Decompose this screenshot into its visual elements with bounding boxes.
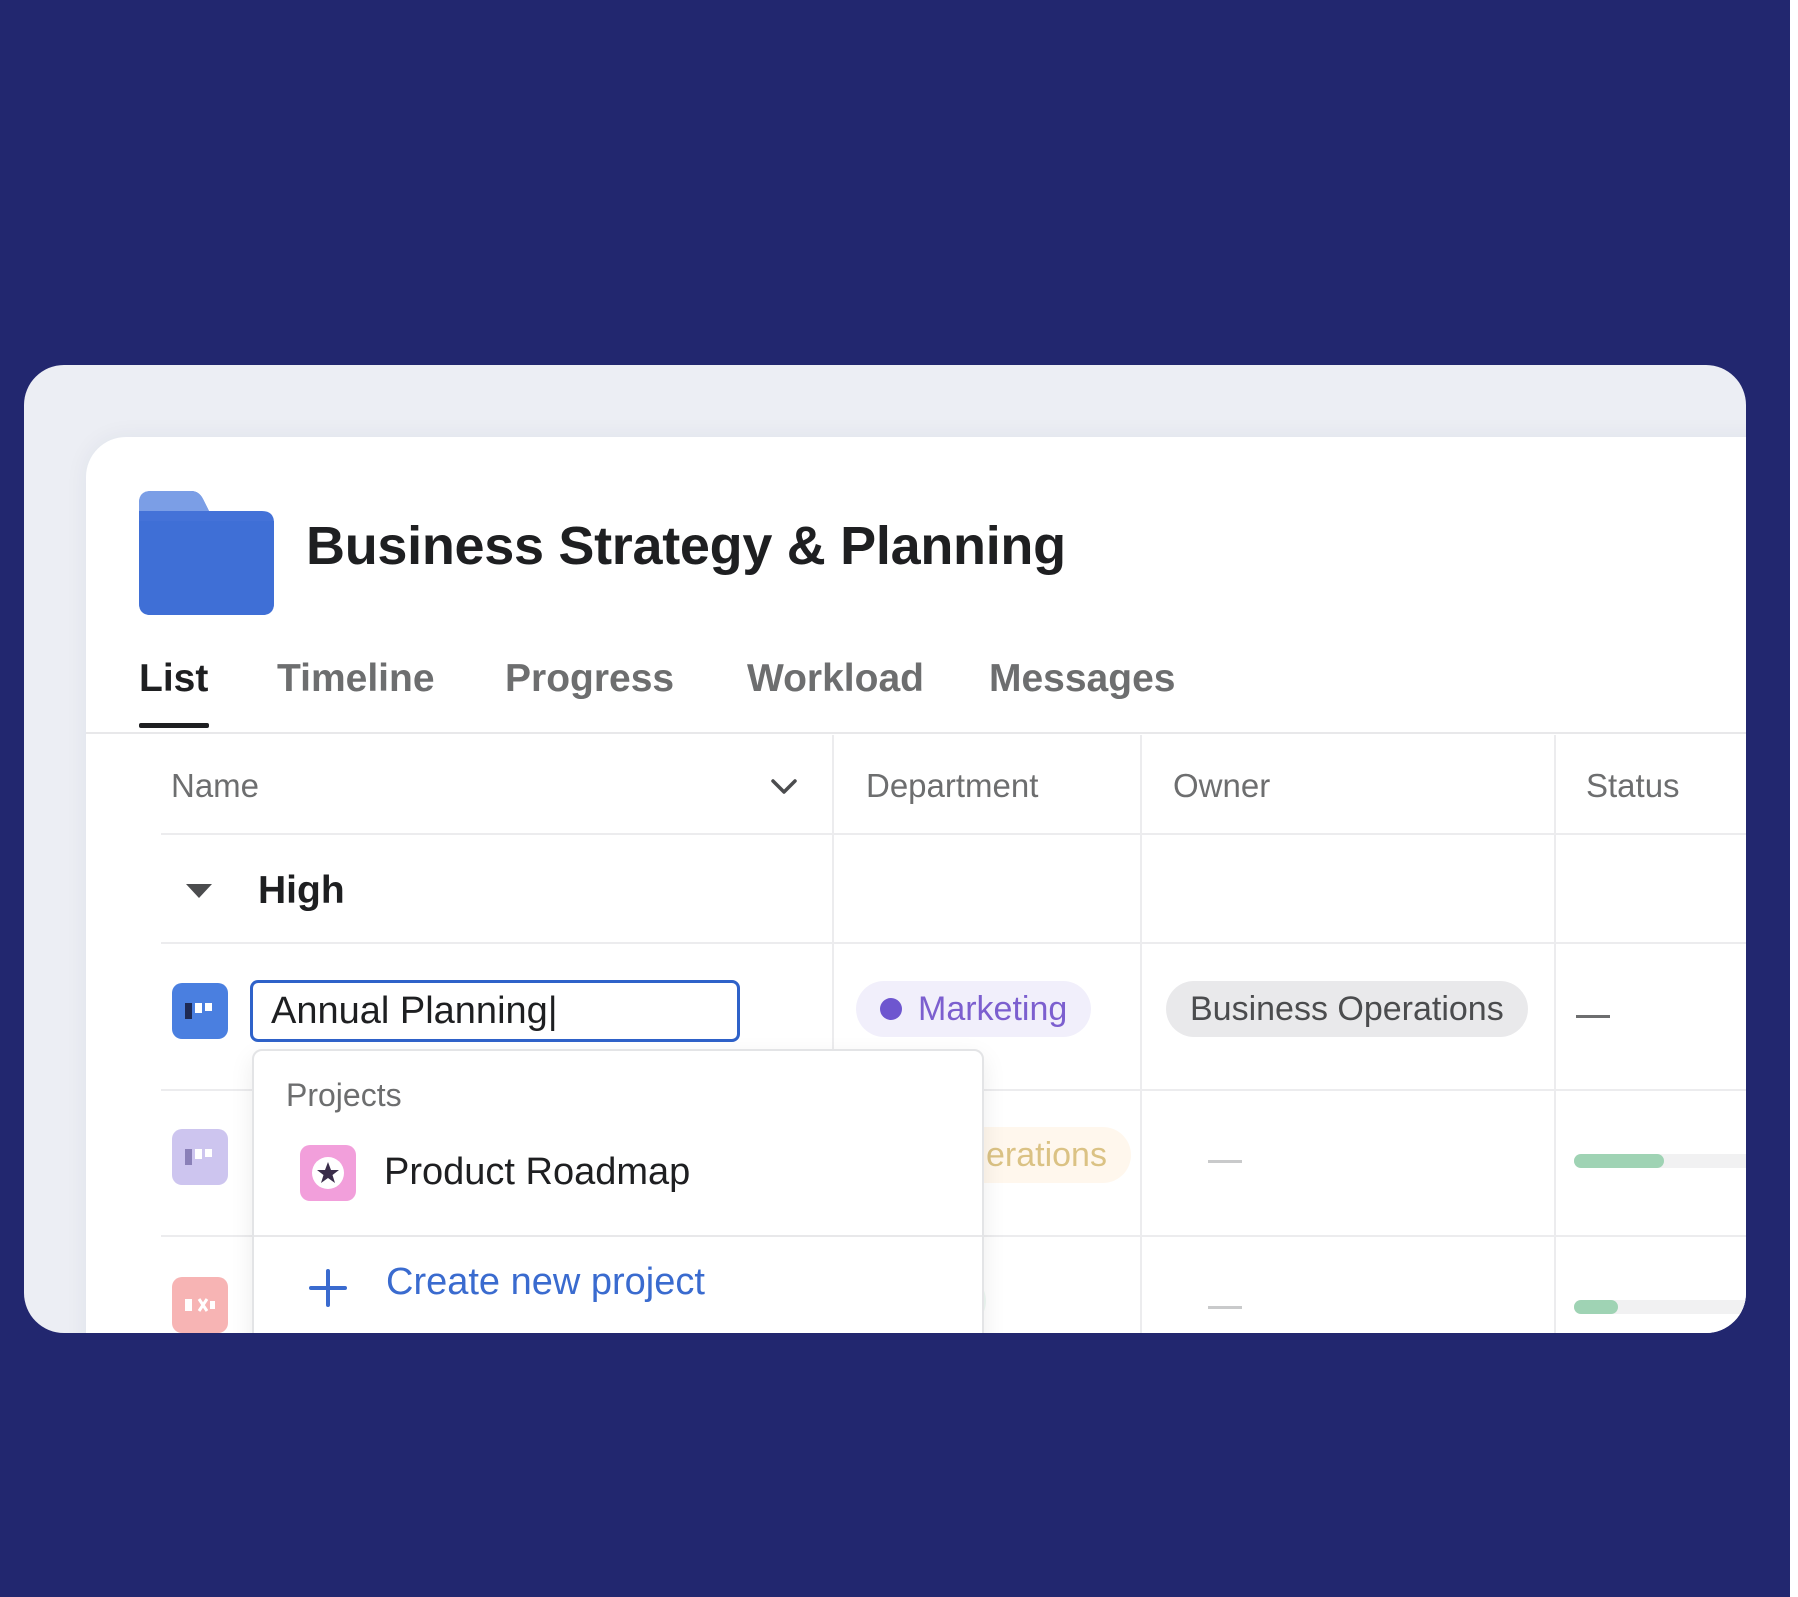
create-new-project-label: Create new project [386,1261,705,1303]
project-title: Business Strategy & Planning [306,516,1066,576]
header-divider [161,833,1746,835]
collapse-triangle-icon[interactable] [184,881,214,901]
dropdown-section-label: Projects [286,1077,402,1113]
owner-empty-dash [1208,1160,1242,1163]
screenshot-card: Business Strategy & Planning List Timeli… [24,365,1746,1333]
dropdown-divider [254,1235,982,1237]
project-board-icon [172,983,228,1039]
progress-fill [1574,1300,1618,1314]
dropdown-item-product-roadmap[interactable]: Product Roadmap [300,1145,940,1205]
tabs-divider [86,732,1746,734]
project-avatar [300,1145,356,1201]
folder-icon [139,491,274,615]
page-edge [1790,0,1798,1597]
tab-workload[interactable]: Workload [747,657,924,701]
project-name-input[interactable] [250,980,740,1042]
tab-progress[interactable]: Progress [505,657,674,701]
tab-messages[interactable]: Messages [989,657,1175,701]
tab-timeline[interactable]: Timeline [277,657,435,701]
active-tab-indicator [139,723,209,728]
dropdown-item-label: Product Roadmap [384,1151,691,1193]
owner-empty-dash [1208,1306,1242,1309]
column-header-department[interactable]: Department [866,767,1038,805]
project-window: Business Strategy & Planning List Timeli… [86,437,1746,1333]
create-new-project-button[interactable]: Create new project [308,1257,948,1317]
chevron-down-icon[interactable] [770,777,798,797]
row-divider [161,942,1746,944]
project-board-icon [172,1129,228,1185]
column-divider [1554,735,1556,1333]
column-header-owner[interactable]: Owner [1173,767,1270,805]
column-header-name[interactable]: Name [171,767,259,805]
department-badge[interactable]: Marketing [856,981,1092,1037]
plus-icon [309,1269,347,1307]
column-divider [1140,735,1142,1333]
progress-fill [1574,1154,1664,1168]
department-color-dot [880,998,902,1020]
project-suggestions-dropdown: Projects Product Roadmap Create new proj… [252,1049,984,1333]
tab-list[interactable]: List [139,657,208,701]
department-label: Marketing [918,989,1068,1028]
owner-badge[interactable]: Business Operations [1166,981,1528,1037]
column-header-status[interactable]: Status [1586,767,1680,805]
department-label: erations [986,1135,1107,1174]
group-label: High [258,869,345,912]
star-icon [312,1157,344,1189]
project-board-icon [172,1277,228,1333]
status-empty-dash [1576,1015,1610,1018]
